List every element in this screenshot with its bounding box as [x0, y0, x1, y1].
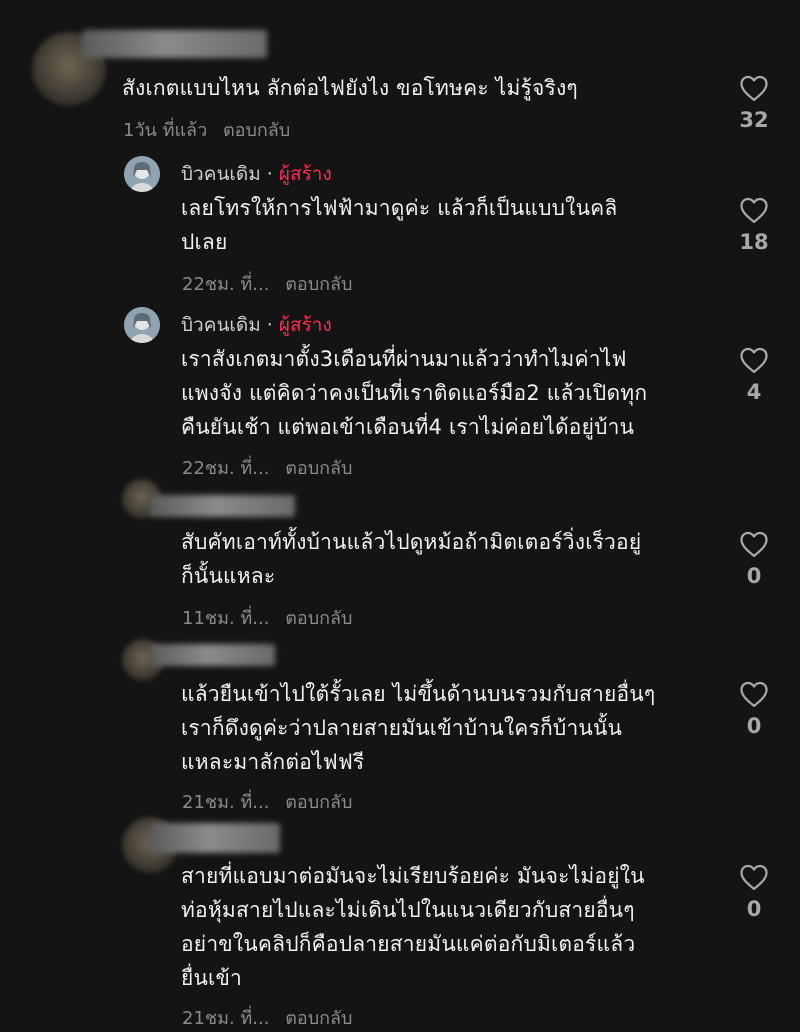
avatar-image — [124, 307, 160, 343]
comment-text-line: เราสังเกตมาตั้ง3เดือนที่ผ่านมาแล้วว่าทำไ… — [181, 347, 627, 371]
comment-item: สังเกตแบบไหน ลักต่อไฟยังไง ขอโทษคะ ไม่รู… — [0, 0, 800, 150]
comment-meta: 1วัน ที่แล้ว ตอบกลับ — [123, 115, 290, 144]
username-redacted[interactable] — [150, 644, 275, 666]
comment-meta: 22ชม. ที่... ตอบกลับ — [182, 269, 352, 298]
heart-outline-icon — [740, 681, 768, 707]
heart-outline-icon — [740, 864, 768, 890]
comment-text-line: สายที่แอบมาต่อมันจะไม่เรียบร้อยค่ะ มันจะ… — [181, 864, 645, 888]
separator: · — [266, 314, 273, 336]
comment-time: 1วัน ที่แล้ว — [123, 120, 208, 141]
like-button[interactable]: 0 — [724, 680, 784, 738]
author-name[interactable]: บิวคนเดิม — [181, 314, 261, 336]
comment-text-line: ยื่นเข้า — [181, 966, 242, 990]
like-button[interactable]: 18 — [724, 196, 784, 254]
like-count: 4 — [746, 380, 762, 404]
comment-text-line: เลยโทรให้การไฟฟ้ามาดูค่ะ แล้วก็เป็นแบบใน… — [181, 196, 618, 220]
heart-outline-icon — [740, 75, 768, 101]
reply-item: แล้วยืนเข้าไปใต้รั้วเลย ไม่ขึ้นด้านบนรวม… — [0, 635, 800, 815]
reply-button[interactable]: ตอบกลับ — [285, 792, 352, 813]
comment-time: 22ชม. ที่... — [182, 274, 270, 295]
reply-button[interactable]: ตอบกลับ — [285, 274, 352, 295]
creator-badge: ผู้สร้าง — [278, 163, 332, 185]
avatar[interactable] — [124, 156, 160, 192]
comment-text-line: คืนยันเช้า แต่พอเข้าเดือนที่4 เราไม่ค่อย… — [181, 415, 635, 439]
comment-text-line: แล้วยืนเข้าไปใต้รั้วเลย ไม่ขึ้นด้านบนรวม… — [181, 682, 656, 706]
comment-text: แล้วยืนเข้าไปใต้รั้วเลย ไม่ขึ้นด้านบนรวม… — [181, 677, 721, 779]
avatar[interactable] — [124, 307, 160, 343]
comment-text-line: แพงจัง แต่คิดว่าคงเป็นที่เราติดแอร์มือ2 … — [181, 381, 648, 405]
avatar-image — [124, 156, 160, 192]
creator-badge: ผู้สร้าง — [278, 314, 332, 336]
comment-text: สังเกตแบบไหน ลักต่อไฟยังไง ขอโทษคะ ไม่รู… — [122, 76, 578, 100]
like-button[interactable]: 32 — [724, 74, 784, 132]
reply-item: สับคัทเอาท์ทั้งบ้านแล้วไปดูหม้อถ้ามิตเตอ… — [0, 475, 800, 635]
comment-time: 21ชม. ที่... — [182, 792, 270, 813]
comment-text: เราสังเกตมาตั้ง3เดือนที่ผ่านมาแล้วว่าทำไ… — [181, 342, 711, 444]
like-count: 0 — [746, 564, 762, 588]
comment-text-line: แหละมาลักต่อไฟฟรี — [181, 750, 365, 774]
comment-text: สายที่แอบมาต่อมันจะไม่เรียบร้อยค่ะ มันจะ… — [181, 859, 721, 995]
comment-meta: 21ชม. ที่... ตอบกลับ — [182, 1003, 352, 1032]
comment-text: สับคัทเอาท์ทั้งบ้านแล้วไปดูหม้อถ้ามิตเตอ… — [181, 525, 711, 593]
comment-text-line: ก็นั้นแหละ — [181, 564, 276, 588]
like-button[interactable]: 4 — [724, 346, 784, 404]
comment-author: บิวคนเดิม · ผู้สร้าง — [181, 159, 332, 189]
comment-text-line: ปเลย — [181, 230, 228, 254]
comment-text-line: สับคัทเอาท์ทั้งบ้านแล้วไปดูหม้อถ้ามิตเตอ… — [181, 530, 642, 554]
reply-item: สายที่แอบมาต่อมันจะไม่เรียบร้อยค่ะ มันจะ… — [0, 815, 800, 1029]
heart-outline-icon — [740, 347, 768, 373]
like-count: 18 — [739, 230, 769, 254]
comment-text-line: ท่อหุ้มสายไปและไม่เดินไปในแนวเดียวกับสาย… — [181, 898, 635, 922]
comment-author: บิวคนเดิม · ผู้สร้าง — [181, 310, 332, 340]
heart-outline-icon — [740, 531, 768, 557]
reply-item: บิวคนเดิม · ผู้สร้าง เลยโทรให้การไฟฟ้ามาดู… — [0, 150, 800, 300]
like-button[interactable]: 0 — [724, 863, 784, 921]
comment-meta: 21ชม. ที่... ตอบกลับ — [182, 787, 352, 816]
username-redacted[interactable] — [82, 30, 267, 58]
comment-time: 21ชม. ที่... — [182, 1008, 270, 1029]
reply-button[interactable]: ตอบกลับ — [285, 608, 352, 629]
username-redacted[interactable] — [150, 823, 280, 853]
reply-button[interactable]: ตอบกลับ — [223, 120, 290, 141]
like-count: 0 — [746, 714, 762, 738]
reply-button[interactable]: ตอบกลับ — [285, 1008, 352, 1029]
heart-outline-icon — [740, 197, 768, 223]
like-count: 0 — [746, 897, 762, 921]
comment-time: 11ชม. ที่... — [182, 608, 270, 629]
author-name[interactable]: บิวคนเดิม — [181, 163, 261, 185]
comment-text-line: อย่าขในคลิปก็คือปลายสายมันแค่ต่อกับมิเตอ… — [181, 932, 636, 956]
like-count: 32 — [739, 108, 769, 132]
reply-item: บิวคนเดิม · ผู้สร้าง เราสังเกตมาตั้ง3เดือน… — [0, 300, 800, 490]
comment-text-line: เราก็ดึงดูค่ะว่าปลายสายมันเข้าบ้านใครก็บ… — [181, 716, 623, 740]
separator: · — [266, 163, 273, 185]
username-redacted[interactable] — [150, 495, 295, 517]
like-button[interactable]: 0 — [724, 530, 784, 588]
comment-meta: 11ชม. ที่... ตอบกลับ — [182, 603, 352, 632]
comment-text: เลยโทรให้การไฟฟ้ามาดูค่ะ แล้วก็เป็นแบบใน… — [181, 191, 701, 259]
